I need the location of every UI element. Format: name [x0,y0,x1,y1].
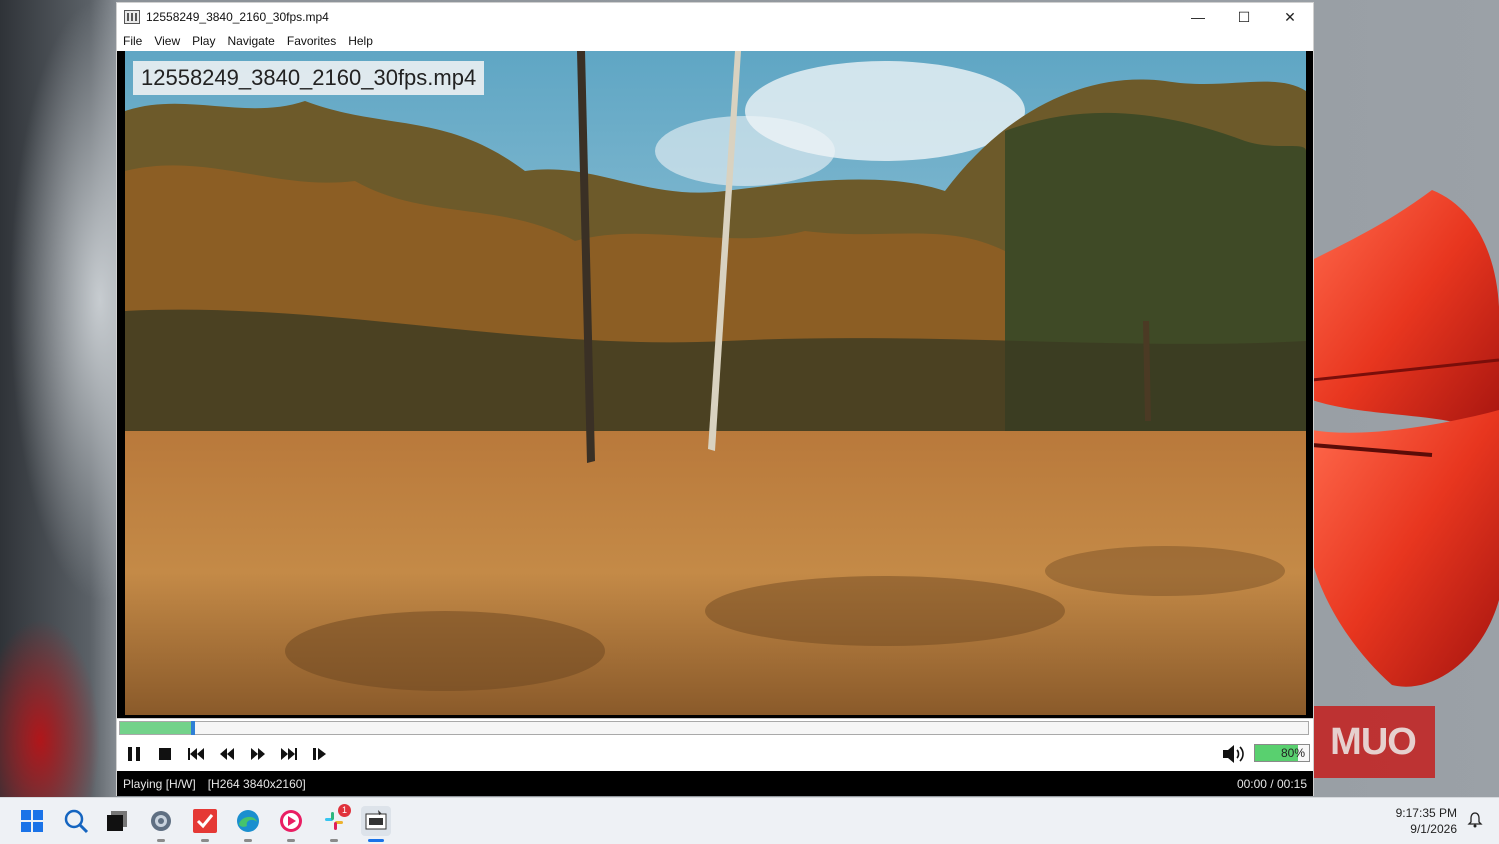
video-scene-image [125,51,1306,715]
volume-percent: 80% [1280,746,1305,760]
fast-forward-button[interactable] [243,739,273,769]
muo-watermark: MUO [1311,706,1435,778]
maximize-button[interactable]: ☐ [1221,3,1267,31]
next-button[interactable] [274,739,304,769]
start-button[interactable] [17,806,47,836]
media-player-icon [280,810,302,832]
menu-file[interactable]: File [123,34,142,48]
task-view-icon [107,811,127,831]
running-indicator [287,839,295,842]
title-bar[interactable]: 12558249_3840_2160_30fps.mp4 — ☐ ✕ [117,3,1313,31]
filename-osd: 12558249_3840_2160_30fps.mp4 [133,61,485,95]
running-indicator [244,839,252,842]
video-frame[interactable]: 12558249_3840_2160_30fps.mp4 [125,51,1306,715]
player-app-icon [124,10,140,24]
close-button[interactable]: ✕ [1267,3,1313,31]
rewind-button[interactable] [212,739,242,769]
frame-step-button[interactable] [305,739,335,769]
volume-slider[interactable]: 80% [1254,744,1310,762]
settings-app-button[interactable] [146,806,176,842]
seek-thumb[interactable] [191,721,196,735]
running-indicator [201,839,209,842]
slack-notification-badge: 1 [338,804,351,817]
menu-bar: File View Play Navigate Favorites Help [117,31,1313,51]
todo-check-icon [193,809,217,833]
active-indicator [368,839,384,842]
playback-controls: 80% [117,736,1313,771]
frame-step-icon [313,747,326,760]
notification-bell-icon[interactable] [1467,812,1483,828]
slack-app-button[interactable]: 1 [319,804,351,842]
edge-browser-icon [237,810,259,832]
menu-navigate[interactable]: Navigate [227,34,274,48]
running-indicator [157,839,165,842]
media-player-app-button[interactable] [276,806,306,842]
seek-progress-fill [120,722,192,734]
task-view-button[interactable] [102,806,132,836]
settings-gear-icon [151,811,171,831]
windows-start-icon [21,810,43,832]
menu-play[interactable]: Play [192,34,215,48]
seek-track[interactable] [119,721,1309,735]
pause-icon [128,746,140,761]
clock-date: 9/1/2026 [1410,822,1457,836]
running-indicator [330,839,338,842]
taskbar-search-button[interactable] [61,806,91,836]
time-display: 00:00 / 00:15 [1236,777,1307,791]
mpc-player-icon [365,810,387,830]
codec-info: [H264 3840x2160] [207,776,306,791]
todo-app-button[interactable] [190,806,220,842]
seek-bar[interactable] [117,718,1313,736]
minimize-button[interactable]: — [1175,3,1221,31]
skip-previous-icon [188,747,204,760]
clock-time: 9:17:35 PM [1395,806,1457,820]
menu-help[interactable]: Help [348,34,373,48]
menu-favorites[interactable]: Favorites [287,34,336,48]
rewind-icon [220,747,234,760]
window-title: 12558249_3840_2160_30fps.mp4 [146,10,329,24]
search-icon [64,809,89,834]
volume-speaker-icon[interactable] [1221,742,1247,766]
menu-view[interactable]: View [154,34,180,48]
stop-icon [159,747,171,760]
taskbar: 1 9:17:35 PM 9/1/2026 [0,797,1499,844]
taskbar-clock[interactable]: 9:17:35 PM 9/1/2026 [1396,805,1457,837]
red-leaf-image [1312,190,1499,687]
status-bar: Playing [H/W] [H264 3840x2160] 00:00 / 0… [117,771,1313,796]
skip-next-icon [281,747,297,760]
previous-button[interactable] [181,739,211,769]
stop-button[interactable] [150,739,180,769]
mpc-player-app-button[interactable] [361,806,391,842]
pause-button[interactable] [119,739,149,769]
edge-browser-button[interactable] [233,806,263,842]
fast-forward-icon [251,747,265,760]
media-player-window: 12558249_3840_2160_30fps.mp4 — ☐ ✕ File … [116,2,1314,796]
playback-state: Playing [H/W] [123,776,196,791]
